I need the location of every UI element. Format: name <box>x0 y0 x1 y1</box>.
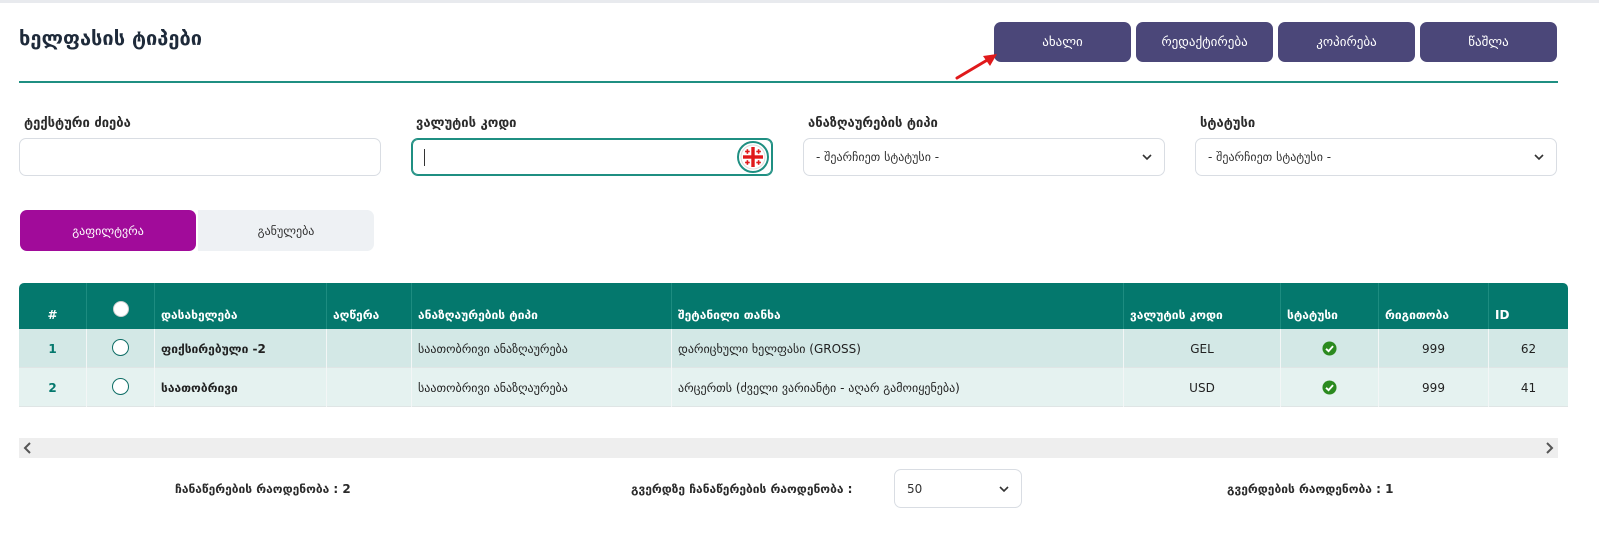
records-count: ჩანაწერების რაოდენობა : 2 <box>175 482 351 496</box>
row-name: ფიქსირებული -2 <box>155 329 327 368</box>
row-amount: დარიცხული ხელფასი (GROSS) <box>672 329 1124 368</box>
text-search-label: ტექსტური ძიება <box>24 116 131 131</box>
row-select-radio[interactable] <box>112 339 129 356</box>
row-amount: არცერთს (ძველი ვარიანტი - აღარ გამოიყენე… <box>672 368 1124 407</box>
row-id: 41 <box>1520 381 1537 395</box>
filter-button[interactable]: გაფილტვრა <box>20 210 196 251</box>
chevron-down-icon <box>1534 154 1544 161</box>
data-table: # დასახელება აღწერა ანაზღაურების ტიპი შე… <box>19 283 1568 407</box>
row-order: 999 <box>1379 329 1489 368</box>
calc-type-label: ანაზღაურების ტიპი <box>808 116 938 131</box>
table-row[interactable]: 1 ფიქსირებული -2 საათობრივი ანაზღაურება … <box>19 329 1568 368</box>
chevron-down-icon <box>999 486 1009 493</box>
row-select-cell[interactable] <box>87 368 155 407</box>
annotation-arrow-icon <box>955 54 997 80</box>
status-label: სტატუსი <box>1200 116 1256 131</box>
calc-type-select[interactable]: - შეარჩიეთ სტატუსი - <box>803 138 1165 176</box>
row-description <box>327 368 412 407</box>
georgian-keyboard-icon[interactable] <box>737 141 769 173</box>
col-header-select[interactable] <box>87 283 155 329</box>
pages-count: გვერდების რაოდენობა : 1 <box>1227 482 1394 496</box>
col-header-description[interactable]: აღწერა <box>327 283 412 329</box>
row-status <box>1281 368 1379 407</box>
new-button[interactable]: ახალი <box>994 22 1131 62</box>
col-header-status[interactable]: სტატუსი <box>1281 283 1379 329</box>
row-number: 2 <box>19 368 87 407</box>
row-description <box>327 329 412 368</box>
status-selected: - შეარჩიეთ სტატუსი - <box>1208 150 1332 164</box>
row-calc-type: საათობრივი ანაზღაურება <box>412 368 672 407</box>
row-name: საათობრივი <box>155 368 327 407</box>
row-calc-type: საათობრივი ანაზღაურება <box>412 329 672 368</box>
col-header-order[interactable]: რიგითობა <box>1379 283 1489 329</box>
table-row[interactable]: 2 საათობრივი საათობრივი ანაზღაურება არცე… <box>19 368 1568 407</box>
currency-code-input[interactable] <box>411 138 773 176</box>
col-header-calc-type[interactable]: ანაზღაურების ტიპი <box>412 283 672 329</box>
scroll-left-icon[interactable] <box>23 442 33 454</box>
text-search-input[interactable] <box>19 138 381 176</box>
top-border <box>0 0 1599 3</box>
row-order: 999 <box>1379 368 1489 407</box>
horizontal-scrollbar[interactable] <box>19 438 1558 458</box>
row-select-cell[interactable] <box>87 329 155 368</box>
page-title: ხელფასის ტიპები <box>19 26 203 50</box>
row-select-radio[interactable] <box>112 378 129 395</box>
edit-button[interactable]: რედაქტირება <box>1136 22 1273 62</box>
table-header: # დასახელება აღწერა ანაზღაურების ტიპი შე… <box>19 283 1568 329</box>
col-header-currency[interactable]: ვალუტის კოდი <box>1124 283 1281 329</box>
chevron-down-icon <box>1142 154 1152 161</box>
text-caret <box>424 149 425 166</box>
title-divider <box>19 81 1558 83</box>
col-header-id[interactable]: ID <box>1489 283 1568 329</box>
row-status <box>1281 329 1379 368</box>
currency-code-label: ვალუტის კოდი <box>416 116 517 131</box>
col-header-name[interactable]: დასახელება <box>155 283 327 329</box>
check-circle-icon <box>1322 380 1337 395</box>
calc-type-selected: - შეარჩიეთ სტატუსი - <box>816 150 940 164</box>
per-page-value: 50 <box>907 482 923 496</box>
col-header-number: # <box>19 283 87 329</box>
row-currency: GEL <box>1124 329 1281 368</box>
per-page-label: გვერდზე ჩანაწერების რაოდენობა : <box>631 482 853 496</box>
col-header-amount[interactable]: შეტანილი თანხა <box>672 283 1124 329</box>
row-currency: USD <box>1124 368 1281 407</box>
copy-button[interactable]: კოპირება <box>1278 22 1415 62</box>
select-all-radio[interactable] <box>112 301 129 317</box>
row-id: 62 <box>1520 342 1537 356</box>
scroll-right-icon[interactable] <box>1544 442 1554 454</box>
reset-button[interactable]: განულება <box>198 210 374 251</box>
check-circle-icon <box>1322 341 1337 356</box>
status-select[interactable]: - შეარჩიეთ სტატუსი - <box>1195 138 1557 176</box>
per-page-select[interactable]: 50 <box>894 469 1022 508</box>
row-number: 1 <box>19 329 87 368</box>
delete-button[interactable]: წაშლა <box>1420 22 1557 62</box>
